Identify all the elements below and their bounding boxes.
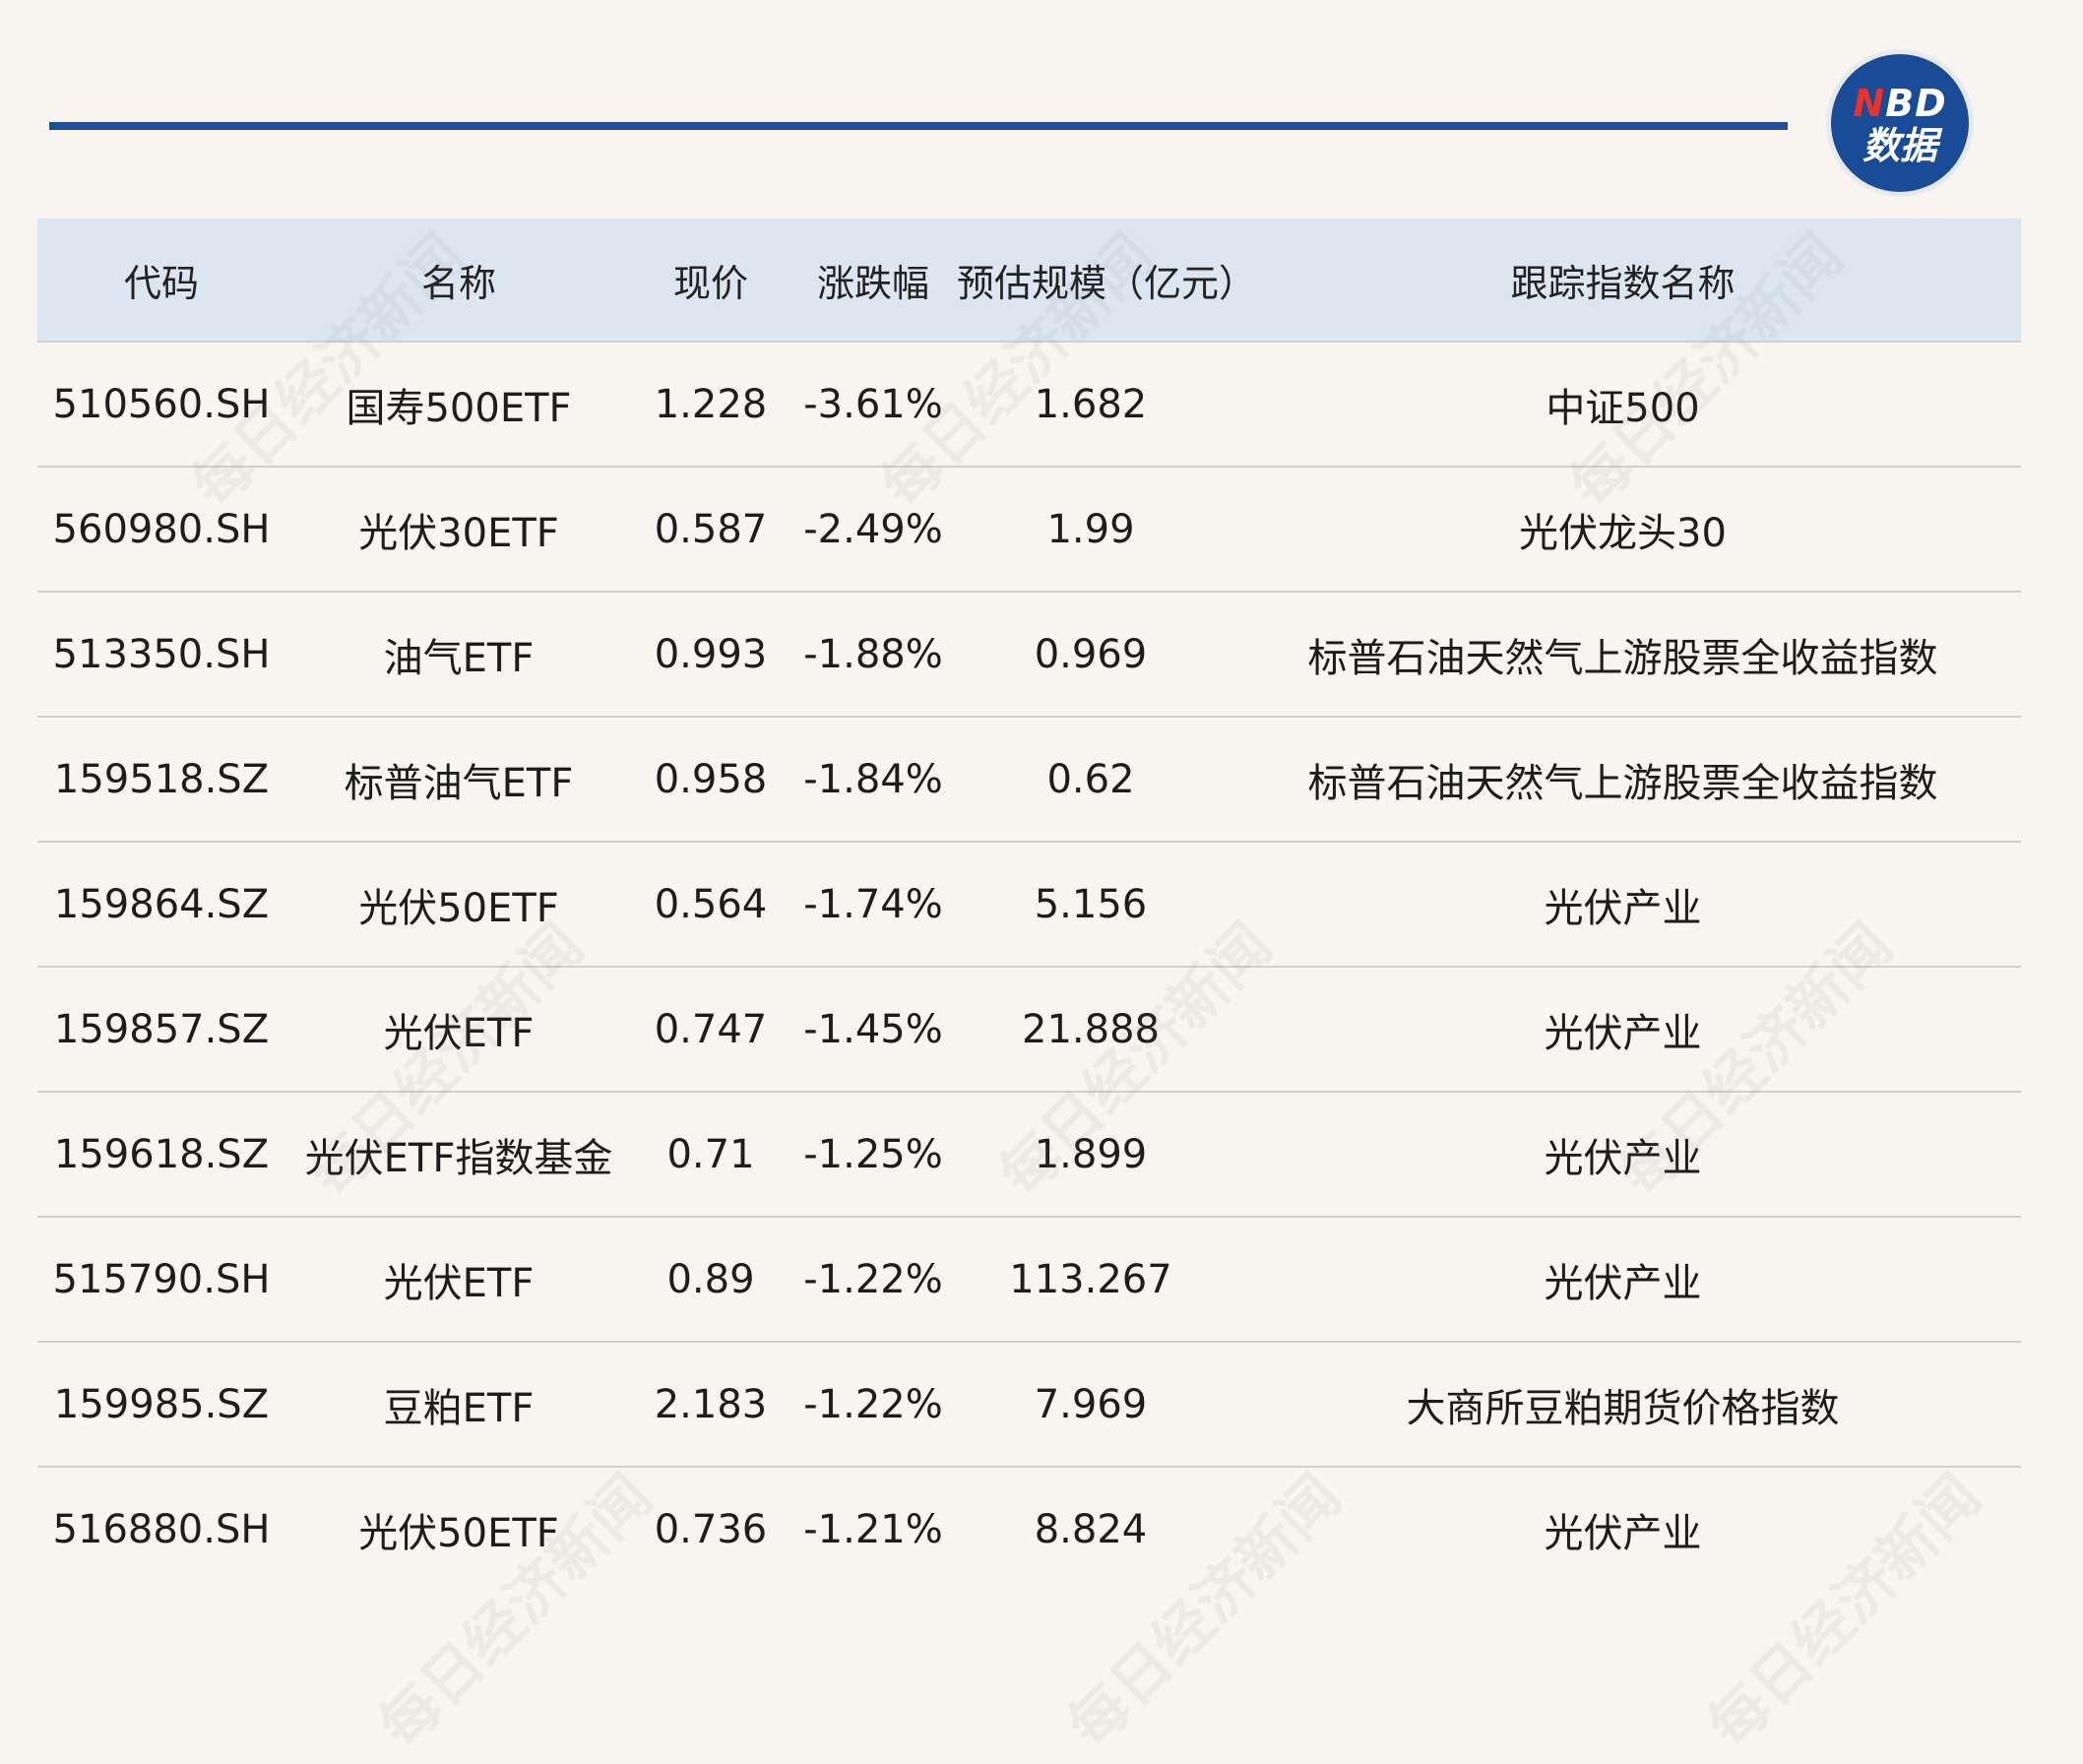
cell-name: 光伏ETF	[285, 1217, 632, 1343]
nbd-data-logo: NBD 数据	[1831, 54, 1969, 192]
table-row: 516880.SH 光伏50ETF 0.736 -1.21% 8.824 光伏产…	[37, 1467, 2021, 1591]
cell-scale: 1.682	[957, 342, 1225, 468]
cell-change: -1.21%	[803, 1506, 943, 1552]
cell-scale: 8.824	[1034, 1506, 1148, 1552]
cell-scale: 1.99	[957, 467, 1225, 593]
cell-index: 光伏产业	[1225, 1217, 2021, 1343]
cell-name: 标普油气ETF	[285, 717, 632, 843]
header-price: 现价	[632, 219, 789, 343]
header-scale: 预估规模（亿元）	[957, 219, 1256, 343]
cell-name: 光伏50ETF	[358, 1510, 559, 1556]
cell-price: 1.228	[632, 342, 789, 468]
cell-index: 光伏产业	[1225, 967, 2021, 1093]
cell-name: 豆粕ETF	[285, 1342, 632, 1468]
cell-code: 515790.SH	[37, 1217, 285, 1343]
cell-change: -3.61%	[789, 342, 957, 468]
cell-name: 光伏ETF	[285, 967, 632, 1093]
cell-code: 159618.SZ	[37, 1092, 285, 1218]
cell-code: 560980.SH	[37, 467, 285, 593]
logo-line-1: NBD	[1853, 82, 1947, 125]
table-header-row: 代码 名称 现价 涨跌幅 预估规模（亿元） 跟踪指数名称	[37, 219, 2021, 343]
top-rule	[49, 122, 1788, 130]
etf-table: 代码 名称 现价 涨跌幅 预估规模（亿元） 跟踪指数名称 510560.SH 国…	[37, 219, 2021, 1591]
header-index: 跟踪指数名称	[1225, 219, 2021, 343]
cell-scale: 0.62	[957, 717, 1225, 843]
cell-price: 0.587	[632, 467, 789, 593]
header-code: 代码	[37, 219, 285, 343]
cell-name: 光伏ETF指数基金	[285, 1092, 632, 1218]
cell-code: 513350.SH	[37, 592, 285, 718]
cell-index: 光伏产业	[1225, 1092, 2021, 1218]
cell-price: 0.736	[654, 1506, 768, 1552]
cell-index: 标普石油天然气上游股票全收益指数	[1225, 717, 2021, 843]
table-row: 560980.SH 光伏30ETF 0.587 -2.49% 1.99 光伏龙头…	[37, 467, 2021, 593]
table-row: 510560.SH 国寿500ETF 1.228 -3.61% 1.682 中证…	[37, 342, 2021, 468]
table-row: 159985.SZ 豆粕ETF 2.183 -1.22% 7.969 大商所豆粕…	[37, 1342, 2021, 1468]
cell-price: 0.958	[632, 717, 789, 843]
cell-change: -1.25%	[789, 1092, 957, 1218]
cell-price: 0.89	[632, 1217, 789, 1343]
cell-price: 0.993	[632, 592, 789, 718]
table-row: 515790.SH 光伏ETF 0.89 -1.22% 113.267 光伏产业	[37, 1217, 2021, 1343]
cell-price: 0.747	[632, 967, 789, 1093]
cell-index: 大商所豆粕期货价格指数	[1225, 1342, 2021, 1468]
table-row: 159618.SZ 光伏ETF指数基金 0.71 -1.25% 1.899 光伏…	[37, 1092, 2021, 1218]
cell-index: 光伏龙头30	[1225, 467, 2021, 593]
cell-change: -1.84%	[789, 717, 957, 843]
cell-code: 159857.SZ	[37, 967, 285, 1093]
cell-scale: 1.899	[957, 1092, 1225, 1218]
cell-change: -1.22%	[789, 1217, 957, 1343]
cell-change: -1.45%	[789, 967, 957, 1093]
logo-line-2: 数据	[1862, 124, 1937, 167]
cell-price: 0.564	[632, 842, 789, 968]
cell-code: 159985.SZ	[37, 1342, 285, 1468]
cell-index: 光伏产业	[1225, 842, 2021, 968]
cell-scale: 0.969	[957, 592, 1225, 718]
cell-scale: 21.888	[957, 967, 1225, 1093]
table-row: 159857.SZ 光伏ETF 0.747 -1.45% 21.888 光伏产业	[37, 967, 2021, 1093]
cell-scale: 113.267	[957, 1217, 1225, 1343]
header-change: 涨跌幅	[789, 219, 957, 343]
table-row: 513350.SH 油气ETF 0.993 -1.88% 0.969 标普石油天…	[37, 592, 2021, 718]
cell-change: -2.49%	[789, 467, 957, 593]
table-row: 159864.SZ 光伏50ETF 0.564 -1.74% 5.156 光伏产…	[37, 842, 2021, 968]
cell-code: 159518.SZ	[37, 717, 285, 843]
table-row: 159518.SZ 标普油气ETF 0.958 -1.84% 0.62 标普石油…	[37, 717, 2021, 843]
cell-change: -1.74%	[789, 842, 957, 968]
cell-change: -1.88%	[789, 592, 957, 718]
cell-name: 油气ETF	[285, 592, 632, 718]
cell-code: 510560.SH	[37, 342, 285, 468]
cell-price: 0.71	[632, 1092, 789, 1218]
cell-scale: 5.156	[957, 842, 1225, 968]
cell-name: 光伏50ETF	[285, 842, 632, 968]
cell-index: 光伏产业	[1544, 1510, 1702, 1556]
cell-code: 516880.SH	[52, 1506, 271, 1552]
cell-scale: 7.969	[957, 1342, 1225, 1468]
cell-change: -1.22%	[789, 1342, 957, 1468]
cell-name: 国寿500ETF	[285, 342, 632, 468]
cell-price: 2.183	[632, 1342, 789, 1468]
cell-index: 中证500	[1225, 342, 2021, 468]
cell-index: 标普石油天然气上游股票全收益指数	[1225, 592, 2021, 718]
header-name: 名称	[285, 219, 632, 343]
cell-name: 光伏30ETF	[285, 467, 632, 593]
cell-code: 159864.SZ	[37, 842, 285, 968]
